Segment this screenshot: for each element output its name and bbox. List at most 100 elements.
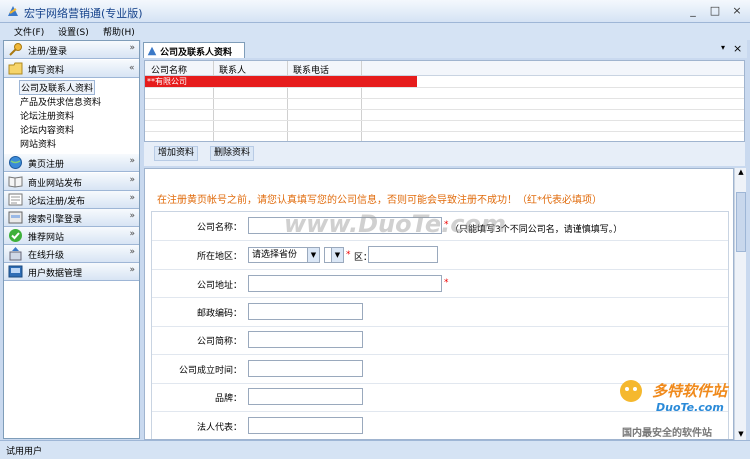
chevron-down-icon: » bbox=[129, 265, 135, 275]
menu-bar: 文件(F) 设置(S) 帮助(H) bbox=[0, 23, 750, 40]
chevron-down-icon: » bbox=[129, 211, 135, 221]
sidebar-item-label: 用户数据管理 bbox=[28, 269, 83, 279]
app-icon bbox=[8, 6, 18, 16]
chevron-up-icon: » bbox=[129, 62, 135, 72]
founded-input[interactable] bbox=[248, 360, 363, 377]
window-title: 宏宇网络营销通(专业版) bbox=[24, 7, 143, 20]
chevron-down-icon: » bbox=[129, 43, 135, 53]
button-bar: 增加资料 删除资料 bbox=[144, 142, 745, 166]
chevron-down-icon: » bbox=[129, 193, 135, 203]
warning-text: 在注册黄页帐号之前，请您认真填写您的公司信息，否则可能会导致注册不成功！（红*代… bbox=[157, 195, 602, 206]
book-icon bbox=[8, 176, 23, 188]
scroll-thumb[interactable] bbox=[736, 192, 746, 252]
title-bar: 宏宇网络营销通(专业版) _ □ × bbox=[0, 0, 750, 23]
check-icon bbox=[9, 229, 22, 242]
watermark-text: 多特软件站 bbox=[652, 382, 728, 400]
sidebar-item-label: 推荐网站 bbox=[28, 233, 65, 243]
data-icon bbox=[8, 265, 23, 278]
tab-close-icon[interactable]: × bbox=[733, 42, 742, 55]
menu-settings[interactable]: 设置(S) bbox=[58, 25, 89, 38]
tab-label: 公司及联系人资料 bbox=[160, 48, 233, 58]
city-select[interactable]: ▼ bbox=[324, 247, 344, 263]
sidebar-item-label: 填写资料 bbox=[28, 66, 65, 76]
menu-help[interactable]: 帮助(H) bbox=[103, 25, 135, 38]
required-star: * bbox=[346, 250, 351, 260]
app-icon bbox=[147, 46, 157, 56]
district-input[interactable] bbox=[368, 246, 438, 263]
subitem-website[interactable]: 网站资料 bbox=[20, 137, 56, 150]
globe-icon bbox=[9, 156, 22, 169]
scroll-up-icon[interactable]: ▲ bbox=[736, 168, 746, 178]
close-button[interactable]: × bbox=[729, 3, 745, 19]
status-bar: 试用用户 bbox=[0, 440, 750, 459]
data-grid: 公司名称 联系人 联系电话 **有限公司 bbox=[144, 60, 745, 142]
sidebar-item-upgrade[interactable]: 在线升级 » bbox=[4, 245, 139, 263]
minimize-button[interactable]: _ bbox=[685, 3, 701, 19]
forum-icon bbox=[8, 193, 23, 206]
sidebar: 注册/登录 » 填写资料 » 公司及联系人资料 产品及供求信息资料 论坛注册资料… bbox=[3, 40, 140, 439]
table-cell: **有限公司 bbox=[147, 77, 187, 86]
watermark-text: 国内最安全的软件站 bbox=[622, 428, 712, 439]
chevron-down-icon: » bbox=[129, 156, 135, 166]
menu-file[interactable]: 文件(F) bbox=[14, 25, 44, 38]
chevron-down-icon: » bbox=[129, 229, 135, 239]
tab-dropdown-icon[interactable]: ▾ bbox=[721, 43, 725, 52]
sidebar-item-yellow-pages[interactable]: 黄页注册 » bbox=[4, 154, 139, 172]
watermark-logo bbox=[620, 380, 642, 402]
label-company-name: 公司名称： bbox=[196, 223, 242, 233]
subitem-forum-content[interactable]: 论坛内容资料 bbox=[20, 123, 74, 136]
form-box: 公司名称： * （只能填写3个不同公司名，请谨慎填写。） 所在地区： 请选择省份… bbox=[151, 211, 729, 439]
scroll-down-icon[interactable]: ▼ bbox=[736, 430, 746, 440]
short-name-input[interactable] bbox=[248, 331, 363, 348]
legal-rep-input[interactable] bbox=[248, 417, 363, 434]
address-input[interactable] bbox=[248, 275, 442, 292]
watermark-text: DuoTe.com bbox=[656, 401, 724, 414]
sidebar-item-label: 黄页注册 bbox=[28, 160, 65, 170]
search-engine-icon bbox=[8, 211, 23, 224]
postcode-input[interactable] bbox=[248, 303, 363, 320]
sidebar-item-recommend[interactable]: 推荐网站 » bbox=[4, 227, 139, 245]
status-user: 试用用户 bbox=[6, 447, 43, 457]
sidebar-item-business-sites[interactable]: 商业网站发布 » bbox=[4, 173, 139, 191]
sidebar-item-label: 商业网站发布 bbox=[28, 179, 83, 189]
sidebar-item-forum[interactable]: 论坛注册/发布 » bbox=[4, 191, 139, 209]
sidebar-item-user-data[interactable]: 用户数据管理 » bbox=[4, 263, 139, 281]
company-form: 在注册黄页帐号之前，请您认真填写您的公司信息，否则可能会导致注册不成功！（红*代… bbox=[144, 168, 734, 440]
chevron-down-icon: » bbox=[129, 247, 135, 257]
column-header-company[interactable]: 公司名称 bbox=[151, 63, 187, 76]
subitem-company-contact[interactable]: 公司及联系人资料 bbox=[18, 80, 96, 95]
column-header-phone[interactable]: 联系电话 bbox=[293, 63, 329, 76]
sidebar-item-register-login[interactable]: 注册/登录 » bbox=[4, 41, 139, 59]
sidebar-item-fill-data[interactable]: 填写资料 » bbox=[4, 60, 139, 78]
chevron-down-icon: ▼ bbox=[307, 248, 319, 262]
folder-icon bbox=[8, 62, 23, 75]
scrollbar[interactable]: ▲ ▼ bbox=[734, 168, 746, 440]
maximize-button[interactable]: □ bbox=[707, 3, 723, 19]
chevron-down-icon: ▼ bbox=[331, 248, 343, 262]
upgrade-icon bbox=[9, 247, 22, 261]
sidebar-item-search-engine[interactable]: 搜索引擎登录 » bbox=[4, 209, 139, 227]
delete-data-button[interactable]: 删除资料 bbox=[210, 146, 255, 161]
label-short-name: 公司简称： bbox=[196, 337, 242, 347]
brand-input[interactable] bbox=[248, 388, 363, 405]
key-icon bbox=[9, 43, 22, 56]
province-select-value: 请选择省份 bbox=[252, 250, 298, 260]
label-region: 所在地区： bbox=[196, 252, 242, 262]
label-brand: 品牌： bbox=[214, 394, 242, 404]
label-address: 公司地址： bbox=[196, 281, 242, 291]
add-data-button[interactable]: 增加资料 bbox=[154, 146, 199, 161]
watermark-text: www.DuoTe.com bbox=[284, 210, 506, 238]
table-row[interactable]: **有限公司 bbox=[145, 76, 417, 87]
column-header-contact[interactable]: 联系人 bbox=[219, 63, 246, 76]
subitem-products[interactable]: 产品及供求信息资料 bbox=[20, 95, 101, 108]
province-select[interactable]: 请选择省份 ▼ bbox=[248, 247, 320, 263]
label-legal-rep: 法人代表： bbox=[196, 423, 242, 433]
sidebar-item-label: 注册/登录 bbox=[28, 47, 68, 57]
sidebar-item-label: 在线升级 bbox=[28, 251, 65, 261]
subitem-forum-register[interactable]: 论坛注册资料 bbox=[20, 109, 74, 122]
sidebar-item-label: 论坛注册/发布 bbox=[28, 197, 86, 207]
sidebar-item-label: 搜索引擎登录 bbox=[28, 215, 83, 225]
label-founded: 公司成立时间： bbox=[178, 366, 242, 376]
required-star: * bbox=[444, 278, 449, 288]
tab-company-contact[interactable]: 公司及联系人资料 bbox=[143, 42, 245, 58]
